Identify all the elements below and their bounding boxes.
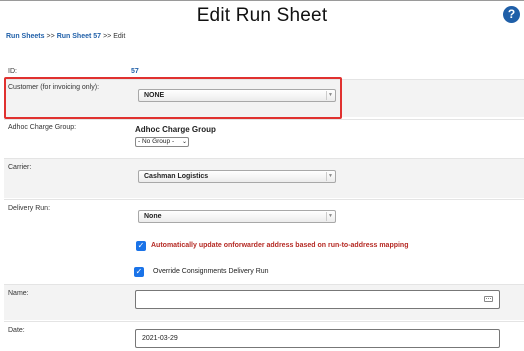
chevron-down-icon: ▼: [326, 212, 334, 221]
breadcrumb: Run Sheets >> Run Sheet 57 >> Edit: [6, 33, 125, 40]
id-value: 57: [131, 68, 139, 75]
breadcrumb-separator: >>: [103, 33, 112, 40]
breadcrumb-current: Edit: [113, 33, 126, 40]
delivery-run-select-value: None: [144, 213, 162, 220]
keyboard-icon: [484, 296, 493, 302]
date-input-value: 2021-03-29: [142, 335, 178, 342]
checkmark-icon: ✓: [137, 241, 145, 250]
adhoc-row: Adhoc Charge Group:: [4, 119, 524, 157]
adhoc-select[interactable]: - No Group - ⌄: [135, 137, 189, 147]
page-title: Edit Run Sheet: [196, 5, 328, 26]
highlight-box: [4, 77, 342, 119]
delivery-run-select[interactable]: None ▼: [138, 210, 336, 223]
top-border: [0, 0, 524, 1]
adhoc-select-value: - No Group -: [138, 138, 175, 145]
checkmark-icon: ✓: [135, 267, 143, 276]
date-label: Date:: [8, 327, 25, 334]
breadcrumb-separator: >>: [46, 33, 55, 40]
id-label: ID:: [8, 68, 17, 75]
delivery-run-label: Delivery Run:: [8, 205, 51, 212]
carrier-select[interactable]: Cashman Logistics ▼: [138, 170, 336, 183]
adhoc-label: Adhoc Charge Group:: [8, 124, 77, 131]
override-checkbox[interactable]: ✓: [134, 267, 144, 277]
auto-update-checkbox[interactable]: ✓: [136, 241, 146, 251]
breadcrumb-run-sheets[interactable]: Run Sheets: [6, 33, 45, 40]
override-label: Override Consignments Delivery Run: [153, 268, 269, 275]
auto-update-label: Automatically update onforwarder address…: [151, 242, 409, 249]
chevron-down-icon: ⌄: [181, 139, 187, 145]
carrier-label: Carrier:: [8, 164, 32, 171]
carrier-select-value: Cashman Logistics: [144, 173, 209, 180]
date-input[interactable]: 2021-03-29: [135, 329, 500, 348]
help-icon[interactable]: ?: [503, 6, 520, 23]
chevron-down-icon: ▼: [326, 172, 334, 181]
name-label: Name:: [8, 290, 29, 297]
breadcrumb-run-sheet-57[interactable]: Run Sheet 57: [57, 33, 101, 40]
name-input[interactable]: [135, 290, 500, 309]
adhoc-heading: Adhoc Charge Group: [135, 125, 216, 134]
